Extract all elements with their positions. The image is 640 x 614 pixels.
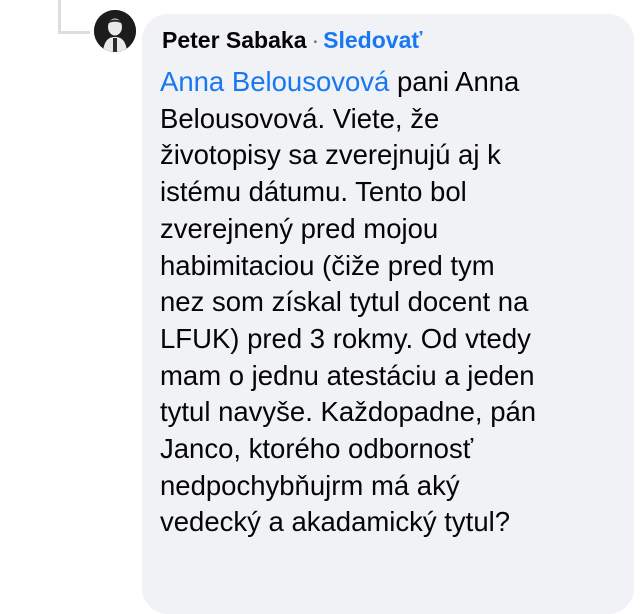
comment-line: tytul navyše. Každopadne, pán <box>160 396 537 428</box>
avatar-icon <box>94 10 136 52</box>
comment-line: habimitaciou (čiže pred tym <box>160 249 495 281</box>
comment-line: vedecký a akadamický tytul? <box>160 506 511 538</box>
separator-dot: · <box>311 27 320 53</box>
comment-line: životopisy sa zverejnujú aj k <box>160 139 501 171</box>
comment-line: Belousovová. Viete, že <box>160 102 440 134</box>
comment-line: LFUK) pred 3 rokmy. Od vtedy <box>160 322 531 354</box>
comment-line: istému dátumu. Tento bol <box>160 176 467 208</box>
comment-header: Peter Sabaka · Sledovať <box>162 26 422 54</box>
comment-line: mam o jednu atestáciu a jeden <box>160 359 535 391</box>
comment-line: Anna Belousovová pani Anna <box>160 64 630 101</box>
comment-text: Anna Belousovová pani Anna Belousovová. … <box>160 64 630 541</box>
comment-line: nez som získal tytul docent na <box>160 286 529 318</box>
comment-line-text: pani Anna <box>389 66 520 97</box>
follow-link[interactable]: Sledovať <box>323 27 422 53</box>
reply-thread-elbow <box>58 31 90 34</box>
avatar[interactable] <box>94 10 136 52</box>
mention-link[interactable]: Anna Belousovová <box>160 66 389 97</box>
comment-line: zverejnený pred mojou <box>160 212 439 244</box>
author-name[interactable]: Peter Sabaka <box>162 27 306 53</box>
reply-thread-line <box>58 0 61 34</box>
comment-line: nedpochybňujrm má aký <box>160 469 460 501</box>
comment-line: Janco, ktorého odbornosť <box>160 433 474 465</box>
